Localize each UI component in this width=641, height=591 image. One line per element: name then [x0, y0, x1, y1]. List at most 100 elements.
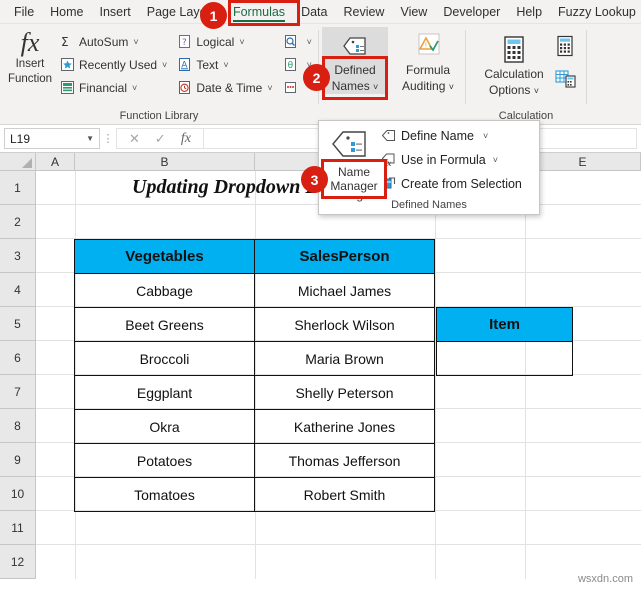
chevron-down-icon[interactable]: ˅	[307, 37, 312, 47]
cancel-icon[interactable]: ✕	[129, 131, 140, 147]
formula-auditing-button[interactable]: ! Formula Auditing ˅	[395, 27, 461, 94]
table-row[interactable]: Beet Greens Sherlock Wilson	[74, 307, 435, 342]
financial-label: Financial	[79, 80, 128, 95]
ribbon-tab-bar: File Home Insert Page Layout Formulas Da…	[0, 0, 641, 24]
tab-file[interactable]: File	[6, 3, 42, 23]
cell-salesperson[interactable]: Shelly Peterson	[254, 375, 435, 410]
svg-text:?: ?	[182, 38, 187, 48]
calculation-options-label-line2: Options ˅	[489, 83, 539, 97]
row-header-3[interactable]: 3	[0, 239, 35, 273]
chevron-down-icon[interactable]: ˅	[483, 131, 488, 141]
table-row[interactable]: Potatoes Thomas Jefferson	[74, 443, 435, 478]
tab-formulas[interactable]: Formulas	[225, 3, 293, 23]
define-name-menu-item[interactable]: Define Name ˅	[381, 127, 539, 144]
chevron-down-icon[interactable]: ˅	[132, 83, 137, 93]
autosum-button[interactable]: Σ AutoSum ˅	[60, 32, 167, 51]
defined-names-button[interactable]: Defined Names ˅	[322, 27, 388, 94]
row-header-11[interactable]: 11	[0, 511, 35, 545]
cell-vegetable[interactable]: Eggplant	[74, 375, 255, 410]
highlight-name-manager[interactable]: Name Manager	[321, 159, 387, 199]
group-defined-names: Defined Names ˅	[319, 24, 391, 124]
group-function-library: fx Insert Function Σ AutoSum ˅ Recently …	[0, 24, 318, 124]
cell-salesperson[interactable]: Thomas Jefferson	[254, 443, 435, 478]
cell-salesperson[interactable]: Sherlock Wilson	[254, 307, 435, 342]
tab-data[interactable]: Data	[293, 3, 335, 23]
calculate-sheet-button[interactable]	[555, 68, 577, 93]
column-header-b[interactable]: B	[75, 153, 255, 170]
create-from-selection-menu-item[interactable]: Create from Selection	[381, 175, 539, 192]
chevron-down-icon[interactable]: ˅	[133, 37, 138, 47]
insert-function-button[interactable]: fx Insert Function	[4, 27, 56, 86]
tab-help[interactable]: Help	[508, 3, 550, 23]
cell-salesperson[interactable]: Robert Smith	[254, 477, 435, 512]
chevron-down-icon[interactable]: ▼	[86, 134, 94, 143]
cell-salesperson[interactable]: Michael James	[254, 273, 435, 308]
tab-insert[interactable]: Insert	[92, 3, 139, 23]
logical-button[interactable]: ? Logical ˅	[177, 32, 272, 51]
item-value-cell[interactable]	[436, 341, 573, 376]
row-header-4[interactable]: 4	[0, 273, 35, 307]
cell-vegetable[interactable]: Broccoli	[74, 341, 255, 376]
row-header-8[interactable]: 8	[0, 409, 35, 443]
row-header-1[interactable]: 1	[0, 171, 35, 205]
cell-vegetable[interactable]: Cabbage	[74, 273, 255, 308]
step-badge-3: 3	[301, 166, 328, 193]
cell-vegetable[interactable]: Tomatoes	[74, 477, 255, 512]
confirm-icon[interactable]: ✓	[155, 131, 166, 147]
function-library-column-1: Σ AutoSum ˅ Recently Used ˅ Financial ˅	[60, 27, 167, 97]
row-header-9[interactable]: 9	[0, 443, 35, 477]
row-header-10[interactable]: 10	[0, 477, 35, 511]
select-all-corner[interactable]	[0, 153, 36, 170]
tab-home[interactable]: Home	[42, 3, 91, 23]
table-row[interactable]: Tomatoes Robert Smith	[74, 477, 435, 512]
row-header-12[interactable]: 12	[0, 545, 35, 579]
chevron-down-icon[interactable]: ˅	[162, 60, 167, 70]
insert-function-icon[interactable]: fx	[181, 131, 191, 147]
defined-names-icon	[339, 31, 371, 61]
formula-bar-grip: ⋮	[102, 133, 114, 145]
more-functions-icon	[283, 80, 298, 95]
chevron-down-icon[interactable]: ˅	[267, 83, 272, 93]
financial-button[interactable]: Financial ˅	[60, 78, 167, 97]
tab-review[interactable]: Review	[335, 3, 392, 23]
cell-vegetable[interactable]: Potatoes	[74, 443, 255, 478]
spreadsheet-grid: A B C D E 1 2 3 4 5 6 7 8 9 10 11 12	[0, 153, 641, 579]
vegetables-salesperson-table: Vegetables SalesPerson Cabbage Michael J…	[74, 239, 435, 512]
column-header-a[interactable]: A	[36, 153, 75, 170]
column-header-e[interactable]: E	[525, 153, 641, 170]
lookup-reference-button[interactable]: ˅	[283, 32, 312, 51]
name-box[interactable]: L19 ▼	[4, 128, 100, 149]
cell-salesperson[interactable]: Katherine Jones	[254, 409, 435, 444]
tab-developer[interactable]: Developer	[435, 3, 508, 23]
chevron-down-icon[interactable]: ˅	[223, 60, 228, 70]
cell-salesperson[interactable]: Maria Brown	[254, 341, 435, 376]
table-row[interactable]: Okra Katherine Jones	[74, 409, 435, 444]
table-row[interactable]: Eggplant Shelly Peterson	[74, 375, 435, 410]
cell-vegetable[interactable]: Okra	[74, 409, 255, 444]
calculate-now-button[interactable]	[555, 35, 577, 62]
row-header-2[interactable]: 2	[0, 205, 35, 239]
formula-bar-actions: ✕ ✓ fx	[116, 128, 203, 149]
recently-used-button[interactable]: Recently Used ˅	[60, 55, 167, 74]
group-divider	[586, 30, 587, 104]
item-header-row: Item	[436, 307, 573, 342]
chevron-down-icon[interactable]: ˅	[239, 37, 244, 47]
grid-body: 1 2 3 4 5 6 7 8 9 10 11 12 Updating Drop…	[0, 171, 641, 579]
dropdown-footer-label: Defined Names	[391, 199, 467, 211]
cell-vegetable[interactable]: Beet Greens	[74, 307, 255, 342]
text-button[interactable]: A Text ˅	[177, 55, 272, 74]
date-time-button[interactable]: Date & Time ˅	[177, 78, 273, 97]
grid-cells[interactable]: Updating Dropdown List Vegetables SalesP…	[36, 171, 641, 579]
table-row[interactable]: Broccoli Maria Brown	[74, 341, 435, 376]
item-value-row[interactable]	[436, 341, 573, 376]
tab-fuzzy-lookup[interactable]: Fuzzy Lookup	[550, 3, 641, 23]
tab-view[interactable]: View	[392, 3, 435, 23]
row-header-5[interactable]: 5	[0, 307, 35, 341]
calculation-options-button[interactable]: Calculation Options ˅	[475, 31, 553, 98]
row-header-6[interactable]: 6	[0, 341, 35, 375]
row-header-7[interactable]: 7	[0, 375, 35, 409]
use-in-formula-menu-item[interactable]: fx Use in Formula ˅	[381, 151, 539, 168]
table-row[interactable]: Cabbage Michael James	[74, 273, 435, 308]
chevron-down-icon[interactable]: ˅	[493, 155, 498, 165]
row-header-column: 1 2 3 4 5 6 7 8 9 10 11 12	[0, 171, 36, 579]
